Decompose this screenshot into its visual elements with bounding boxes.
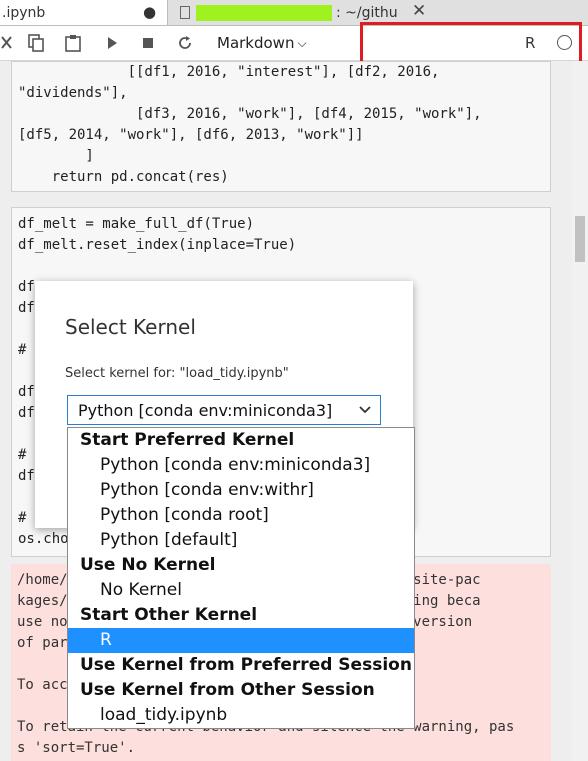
tab-label: : ~/githu <box>336 4 398 21</box>
chevron-down-icon <box>359 406 371 414</box>
run-icon[interactable] <box>100 26 124 60</box>
cell-type-label: Markdown <box>217 34 295 52</box>
dialog-title: Select Kernel <box>65 315 196 339</box>
restart-icon[interactable] <box>173 26 197 60</box>
code-line: [df3, 2016, "work"], [df4, 2015, "work"]… <box>18 106 482 122</box>
option-python-conda-root[interactable]: Python [conda root] <box>68 503 414 528</box>
copy-icon[interactable] <box>24 26 48 60</box>
tab-load-tidy[interactable]: .ipynb ● <box>0 0 168 25</box>
option-r[interactable]: R <box>68 628 414 653</box>
code-line: df_melt.reset_index(inplace=True) <box>18 237 297 253</box>
code-line: [[df1, 2016, "interest"], [df2, 2016, <box>18 64 440 80</box>
group-use-no-kernel: Use No Kernel <box>80 555 216 575</box>
output-line: s 'sort=True'. <box>17 740 136 756</box>
unsaved-dot-icon: ● <box>143 3 157 21</box>
code-cell-1[interactable]: [[df1, 2016, "interest"], [df2, 2016, "di… <box>11 61 551 192</box>
dialog-label: Select kernel for: "load_tidy.ipynb" <box>65 366 289 381</box>
group-other-session: Use Kernel from Other Session <box>80 680 375 700</box>
kernel-dropdown-list[interactable]: Start Preferred Kernel Python [conda env… <box>67 427 415 729</box>
code-line: ] <box>18 148 94 164</box>
code-line: return pd.concat(res) <box>18 169 229 185</box>
code-line: ​ <box>18 256 544 277</box>
option-python-miniconda3[interactable]: Python [conda env:miniconda3] <box>68 453 414 478</box>
scrollbar-track[interactable] <box>572 61 588 761</box>
chevron-down-icon: ⌵ <box>297 35 307 50</box>
group-preferred-session: Use Kernel from Preferred Session <box>80 655 412 675</box>
group-start-other-kernel: Start Other Kernel <box>80 605 258 625</box>
file-icon <box>180 6 190 19</box>
kernel-select-value: Python [conda env:miniconda3] <box>78 400 333 420</box>
cell-type-dropdown[interactable]: Markdown ⌵ <box>217 26 307 60</box>
option-no-kernel[interactable]: No Kernel <box>68 578 414 603</box>
group-start-preferred-kernel: Start Preferred Kernel <box>80 430 295 450</box>
option-python-default[interactable]: Python [default] <box>68 528 414 553</box>
option-python-withr[interactable]: Python [conda env:withr] <box>68 478 414 503</box>
close-icon[interactable]: ✕ <box>412 1 426 21</box>
paste-icon[interactable] <box>61 26 85 60</box>
code-line: "dividends"], <box>18 85 128 101</box>
tab-label: .ipynb <box>2 4 46 21</box>
code-line: df_melt = make_full_df(True) <box>18 216 255 232</box>
stop-icon[interactable] <box>136 26 160 60</box>
code-line: [df5, 2014, "work"], [df6, 2013, "work"]… <box>18 127 364 143</box>
kernel-select[interactable]: Python [conda env:miniconda3] <box>67 395 381 425</box>
scrollbar-thumb[interactable] <box>575 216 585 262</box>
option-load-tidy-session[interactable]: load_tidy.ipynb <box>68 703 414 728</box>
redacted-highlight <box>196 4 332 21</box>
cut-icon[interactable] <box>0 26 14 60</box>
